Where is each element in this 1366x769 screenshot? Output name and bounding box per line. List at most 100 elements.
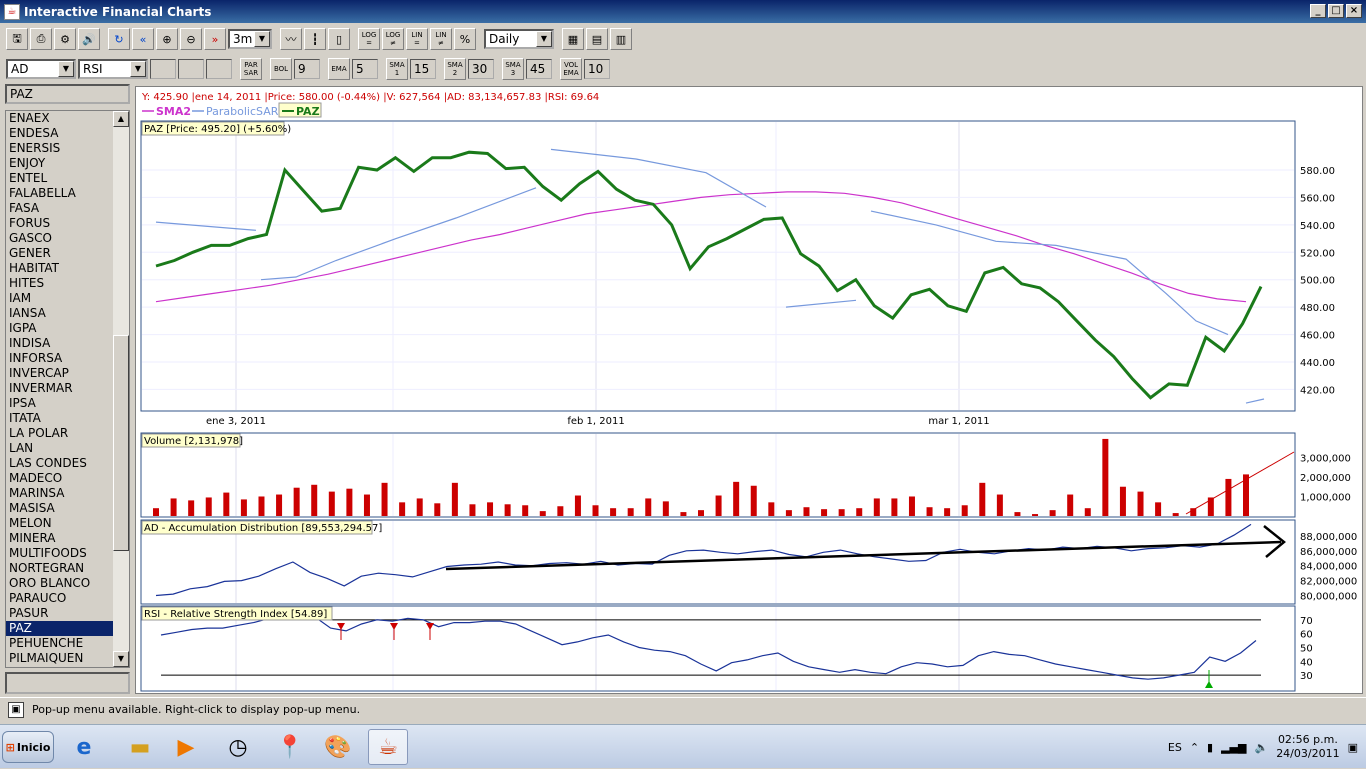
interval-select[interactable]: Daily ▼ (484, 29, 554, 49)
candlestick-icon[interactable]: ▯ (328, 28, 350, 50)
symbol-list-item[interactable]: PASUR (6, 606, 114, 621)
symbol-list-scrollbar[interactable]: ▲ ▼ (113, 111, 129, 667)
chart-area[interactable]: Y: 425.90 |ene 14, 2011 |Price: 580.00 (… (135, 86, 1363, 694)
symbol-list-item[interactable]: ENDESA (6, 126, 114, 141)
symbol-list-item[interactable]: HABITAT (6, 261, 114, 276)
symbol-list-item[interactable]: IAM (6, 291, 114, 306)
symbol-list-item[interactable]: PAZ (6, 621, 114, 636)
scroll-thumb[interactable] (113, 335, 129, 551)
blank-field-2[interactable] (178, 59, 204, 79)
parabolic-sar-toggle[interactable]: PAR SAR (240, 58, 262, 80)
bollinger-toggle[interactable]: BOL (270, 58, 292, 80)
symbol-list-item[interactable]: INVERMAR (6, 381, 114, 396)
sma3-period[interactable]: 45 (526, 59, 552, 79)
chart-window-icon[interactable]: ▤ (586, 28, 608, 50)
sma2-period[interactable]: 30 (468, 59, 494, 79)
settings-icon[interactable]: ⚙ (54, 28, 76, 50)
symbol-list-item[interactable]: INVERCAP (6, 366, 114, 381)
symbol-list-item[interactable]: ENAEX (6, 111, 114, 126)
symbol-list-item[interactable]: MELON (6, 516, 114, 531)
symbol-list-item[interactable]: PARAUCO (6, 591, 114, 606)
symbol-list-item[interactable]: PEHUENCHE (6, 636, 114, 651)
symbol-list-item[interactable]: MULTIFOODS (6, 546, 114, 561)
indicator2-select[interactable]: RSI ▼ (78, 59, 148, 79)
save-icon[interactable]: 🖫 (6, 28, 28, 50)
symbol-list-item[interactable]: IPSA (6, 396, 114, 411)
tray-expand-icon[interactable]: ⌃ (1190, 741, 1199, 754)
sma1-period[interactable]: 15 (410, 59, 436, 79)
volume-icon[interactable]: 🔈 (1254, 741, 1268, 754)
sma1-toggle[interactable]: SMA 1 (386, 58, 408, 80)
sma2-toggle[interactable]: SMA 2 (444, 58, 466, 80)
symbol-list-item[interactable]: ENERSIS (6, 141, 114, 156)
scroll-down-icon[interactable]: ▼ (113, 651, 129, 667)
symbol-list-item[interactable]: PILMAIQUEN (6, 651, 114, 666)
percent-icon[interactable]: % (454, 28, 476, 50)
print-icon[interactable]: ⎙ (30, 28, 52, 50)
chart-svg[interactable]: Y: 425.90 |ene 14, 2011 |Price: 580.00 (… (136, 87, 1362, 693)
log-diff-icon[interactable]: LOG ≠ (382, 28, 404, 50)
network-icon[interactable]: ▣ (1348, 741, 1358, 754)
symbol-list-item[interactable]: FASA (6, 201, 114, 216)
ie-icon[interactable]: e (64, 729, 104, 765)
zoom-out-icon[interactable]: ⊖ (180, 28, 202, 50)
folder-icon[interactable]: ▬ (120, 729, 160, 765)
symbol-list-item[interactable]: GENER (6, 246, 114, 261)
close-button[interactable]: × (1346, 4, 1362, 18)
linear-scale-icon[interactable]: LIN = (406, 28, 428, 50)
zoom-in-icon[interactable]: ⊕ (156, 28, 178, 50)
symbol-list-item[interactable]: ITATA (6, 411, 114, 426)
blank-field-1[interactable] (150, 59, 176, 79)
ema-toggle[interactable]: EMA (328, 58, 350, 80)
symbol-list-item[interactable]: IANSA (6, 306, 114, 321)
blank-field-3[interactable] (206, 59, 232, 79)
symbol-list-item[interactable]: ENJOY (6, 156, 114, 171)
symbol-list-item[interactable]: LAN (6, 441, 114, 456)
symbol-list-item[interactable]: MASISA (6, 501, 114, 516)
java-task-icon[interactable]: ☕ (368, 729, 408, 765)
indicator1-select[interactable]: AD ▼ (6, 59, 76, 79)
clock-app-icon[interactable]: ◷ (218, 729, 258, 765)
symbol-list-item[interactable]: IGPA (6, 321, 114, 336)
volume-ema-toggle[interactable]: VOL EMA (560, 58, 582, 80)
paint-icon[interactable]: 🎨 (318, 729, 358, 765)
start-button[interactable]: ⊞ Inicio (2, 731, 54, 763)
language-indicator[interactable]: ES (1168, 741, 1182, 754)
forward-icon[interactable]: » (204, 28, 226, 50)
linear-diff-icon[interactable]: LIN ≠ (430, 28, 452, 50)
symbol-list-item[interactable]: ORO BLANCO (6, 576, 114, 591)
symbol-input[interactable]: PAZ (5, 84, 130, 104)
signal-icon[interactable]: ▂▄▆ (1221, 741, 1246, 754)
symbol-list-item[interactable]: INDISA (6, 336, 114, 351)
symbol-list[interactable]: ENAEX ENDESA ENERSIS ENJOY ENTEL FALABELLA FAS… (5, 110, 130, 668)
clock[interactable]: 02:56 p.m. 24/03/2011 (1276, 733, 1339, 761)
period-select[interactable]: 3m ▼ (228, 29, 272, 49)
ema-period[interactable]: 5 (352, 59, 378, 79)
symbol-list-item[interactable]: LA POLAR (6, 426, 114, 441)
color-scheme-icon[interactable]: ▦ (562, 28, 584, 50)
rewind-icon[interactable]: « (132, 28, 154, 50)
symbol-list-item[interactable]: HITES (6, 276, 114, 291)
media-player-icon[interactable]: ▶ (166, 729, 206, 765)
sound-icon[interactable]: 🔊 (78, 28, 100, 50)
line-chart-icon[interactable]: 〰 (280, 28, 302, 50)
symbol-list-item[interactable]: FORUS (6, 216, 114, 231)
symbol-list-item[interactable]: NORTEGRAN (6, 561, 114, 576)
log-scale-icon[interactable]: LOG = (358, 28, 380, 50)
bar-chart-icon[interactable]: ┇ (304, 28, 326, 50)
minimize-button[interactable]: _ (1310, 4, 1326, 18)
bollinger-period[interactable]: 9 (294, 59, 320, 79)
pushpin-icon[interactable]: 📍 (270, 729, 310, 765)
symbol-list-item[interactable]: MINERA (6, 531, 114, 546)
symbol-list-item[interactable]: GASCO (6, 231, 114, 246)
symbol-list-item[interactable]: LAS CONDES (6, 456, 114, 471)
scroll-up-icon[interactable]: ▲ (113, 111, 129, 127)
symbol-list-item[interactable]: ENTEL (6, 171, 114, 186)
symbol-list-item[interactable]: MARINSA (6, 486, 114, 501)
symbol-list-item[interactable]: FALABELLA (6, 186, 114, 201)
maximize-button[interactable]: □ (1328, 4, 1344, 18)
refresh-icon[interactable]: ↻ (108, 28, 130, 50)
symbol-list-item[interactable]: MADECO (6, 471, 114, 486)
chart-view-icon[interactable]: ▥ (610, 28, 632, 50)
sma3-toggle[interactable]: SMA 3 (502, 58, 524, 80)
